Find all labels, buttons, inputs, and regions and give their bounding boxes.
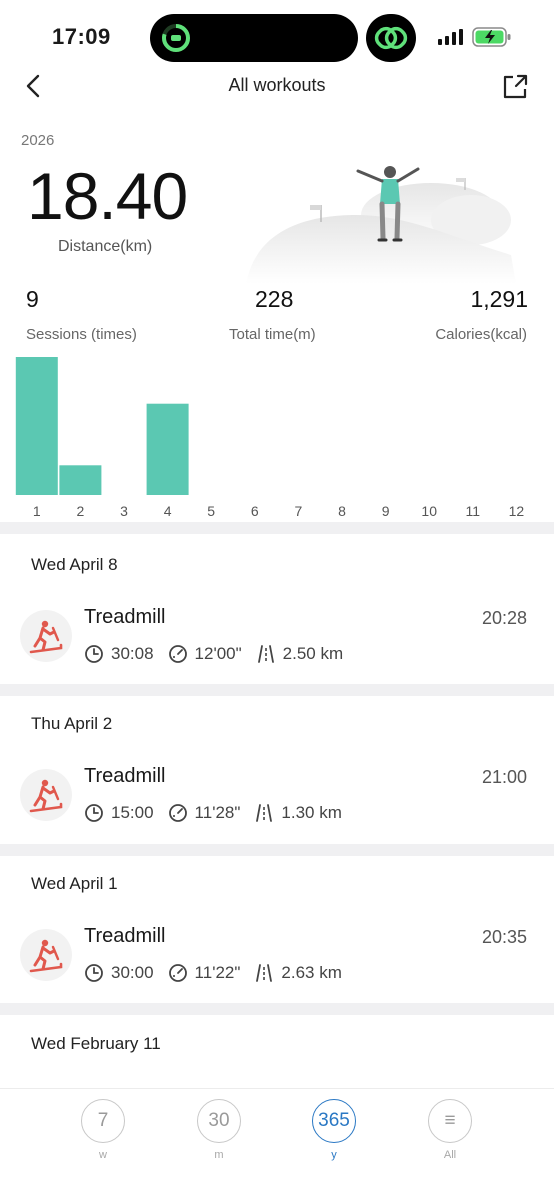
tab-label: All bbox=[443, 1149, 457, 1161]
tab-label: y bbox=[331, 1149, 337, 1161]
distance-value: 1.30 km bbox=[281, 803, 342, 822]
road-icon bbox=[256, 964, 273, 982]
chart-bar bbox=[15, 357, 58, 495]
distance-metric: 1.30 km bbox=[254, 803, 342, 823]
road-icon bbox=[256, 804, 273, 822]
treadmill-icon bbox=[20, 769, 72, 821]
status-time: 17:09 bbox=[52, 24, 111, 49]
tab-all[interactable]: ≡ All bbox=[420, 1099, 480, 1161]
chart-x-tick-label: 2 bbox=[77, 503, 85, 519]
duration-metric: 30:08 bbox=[84, 644, 154, 664]
activity-ring-icon bbox=[162, 24, 190, 52]
distance-value: 2.50 km bbox=[282, 644, 344, 663]
period-tab-bar: 7 w 30 m 365 y ≡ All bbox=[0, 1088, 554, 1200]
chart-x-tick-label: 5 bbox=[207, 503, 215, 519]
total-time-value: 228 bbox=[255, 286, 294, 312]
clock-icon bbox=[85, 804, 103, 822]
workout-row[interactable]: Treadmill 21:00 15:00 11'28" 1.30 km bbox=[0, 755, 554, 845]
distance-value: 2.63 km bbox=[281, 963, 342, 982]
workout-name: Treadmill bbox=[84, 606, 166, 628]
distance-value: 18.40 bbox=[27, 159, 188, 233]
chart-x-tick-label: 11 bbox=[466, 503, 481, 519]
section-divider bbox=[0, 844, 554, 856]
speedometer-icon bbox=[168, 964, 187, 982]
total-time-label: Total time(m) bbox=[229, 326, 316, 343]
treadmill-icon bbox=[20, 610, 72, 662]
pace-value: 11'28" bbox=[194, 803, 241, 822]
chart-bar bbox=[146, 403, 189, 495]
chart-x-tick-label: 12 bbox=[509, 503, 525, 519]
sessions-value: 9 bbox=[26, 286, 39, 312]
dynamic-island bbox=[150, 14, 358, 62]
workout-start-time: 21:00 bbox=[481, 767, 527, 787]
tab-label: m bbox=[214, 1149, 224, 1161]
week-tab-icon: 7 bbox=[81, 1099, 125, 1143]
workout-start-time: 20:28 bbox=[481, 608, 527, 628]
workout-name: Treadmill bbox=[84, 925, 166, 947]
share-icon[interactable] bbox=[500, 70, 530, 102]
link-icon bbox=[366, 14, 416, 62]
calories-label: Calories(kcal) bbox=[435, 326, 527, 343]
monthly-distance-chart: 1 2 3 4 5 6 7 8 9 10 11 12 bbox=[15, 357, 525, 519]
workout-metrics: 15:00 11'28" 1.30 km bbox=[84, 801, 356, 825]
tab-week[interactable]: 7 w bbox=[73, 1099, 133, 1161]
pace-value: 11'22" bbox=[194, 963, 241, 982]
year-label: 2026 bbox=[21, 132, 55, 149]
tab-label: w bbox=[99, 1149, 107, 1161]
speedometer-icon bbox=[168, 645, 187, 663]
duration-value: 30:00 bbox=[111, 963, 154, 982]
date-header: Thu April 2 bbox=[31, 714, 113, 733]
sessions-label: Sessions (times) bbox=[26, 326, 137, 343]
distance-metric: 2.50 km bbox=[256, 644, 343, 664]
section-divider bbox=[0, 522, 554, 534]
workout-row[interactable]: Treadmill 20:35 30:00 11'22" 2.63 km bbox=[0, 915, 554, 1005]
date-header: Wed April 8 bbox=[31, 555, 118, 574]
duration-metric: 30:00 bbox=[84, 963, 154, 983]
duration-metric: 15:00 bbox=[84, 803, 154, 823]
mountain-illustration bbox=[246, 166, 516, 284]
menu-lines-icon: ≡ bbox=[428, 1099, 472, 1143]
page-title: All workouts bbox=[228, 75, 326, 95]
distance-label: Distance(km) bbox=[58, 238, 153, 255]
workout-row[interactable]: Treadmill 20:28 30:08 12'00" 2.50 km bbox=[0, 596, 554, 686]
date-header: Wed April 1 bbox=[31, 874, 118, 893]
workout-metrics: 30:00 11'22" 2.63 km bbox=[84, 961, 356, 985]
pace-metric: 11'28" bbox=[168, 803, 241, 823]
pace-value: 12'00" bbox=[194, 644, 242, 663]
signal-icon bbox=[438, 29, 463, 45]
month-tab-icon: 30 bbox=[197, 1099, 241, 1143]
chart-bar bbox=[59, 465, 102, 495]
year-tab-icon: 365 bbox=[312, 1099, 356, 1143]
battery-icon bbox=[472, 27, 511, 47]
speedometer-icon bbox=[168, 804, 187, 822]
road-icon bbox=[257, 645, 274, 663]
treadmill-icon bbox=[20, 929, 72, 981]
workout-metrics: 30:08 12'00" 2.50 km bbox=[84, 642, 357, 666]
status-bar: 17:09 bbox=[0, 0, 554, 72]
chart-x-tick-label: 10 bbox=[421, 503, 437, 519]
distance-metric: 2.63 km bbox=[254, 963, 342, 983]
chart-x-tick-label: 6 bbox=[251, 503, 259, 519]
pace-metric: 11'22" bbox=[168, 963, 241, 983]
date-header: Wed February 11 bbox=[31, 1034, 161, 1053]
chart-x-tick-label: 9 bbox=[382, 503, 390, 519]
workout-name: Treadmill bbox=[84, 765, 166, 787]
duration-value: 15:00 bbox=[111, 803, 154, 822]
calories-value: 1,291 bbox=[470, 286, 528, 312]
chart-x-tick-label: 8 bbox=[338, 503, 346, 519]
duration-value: 30:08 bbox=[111, 644, 154, 663]
tab-month[interactable]: 30 m bbox=[189, 1099, 249, 1161]
pace-metric: 12'00" bbox=[168, 644, 242, 664]
workout-start-time: 20:35 bbox=[481, 927, 527, 947]
chart-x-tick-label: 1 bbox=[33, 503, 41, 519]
chart-x-tick-label: 7 bbox=[295, 503, 303, 519]
tab-year[interactable]: 365 y bbox=[304, 1099, 364, 1161]
nav-bar: All workouts bbox=[0, 64, 554, 108]
clock-icon bbox=[85, 964, 103, 982]
chart-x-tick-label: 4 bbox=[164, 503, 172, 519]
clock-icon bbox=[85, 645, 103, 663]
chart-x-tick-label: 3 bbox=[120, 503, 128, 519]
